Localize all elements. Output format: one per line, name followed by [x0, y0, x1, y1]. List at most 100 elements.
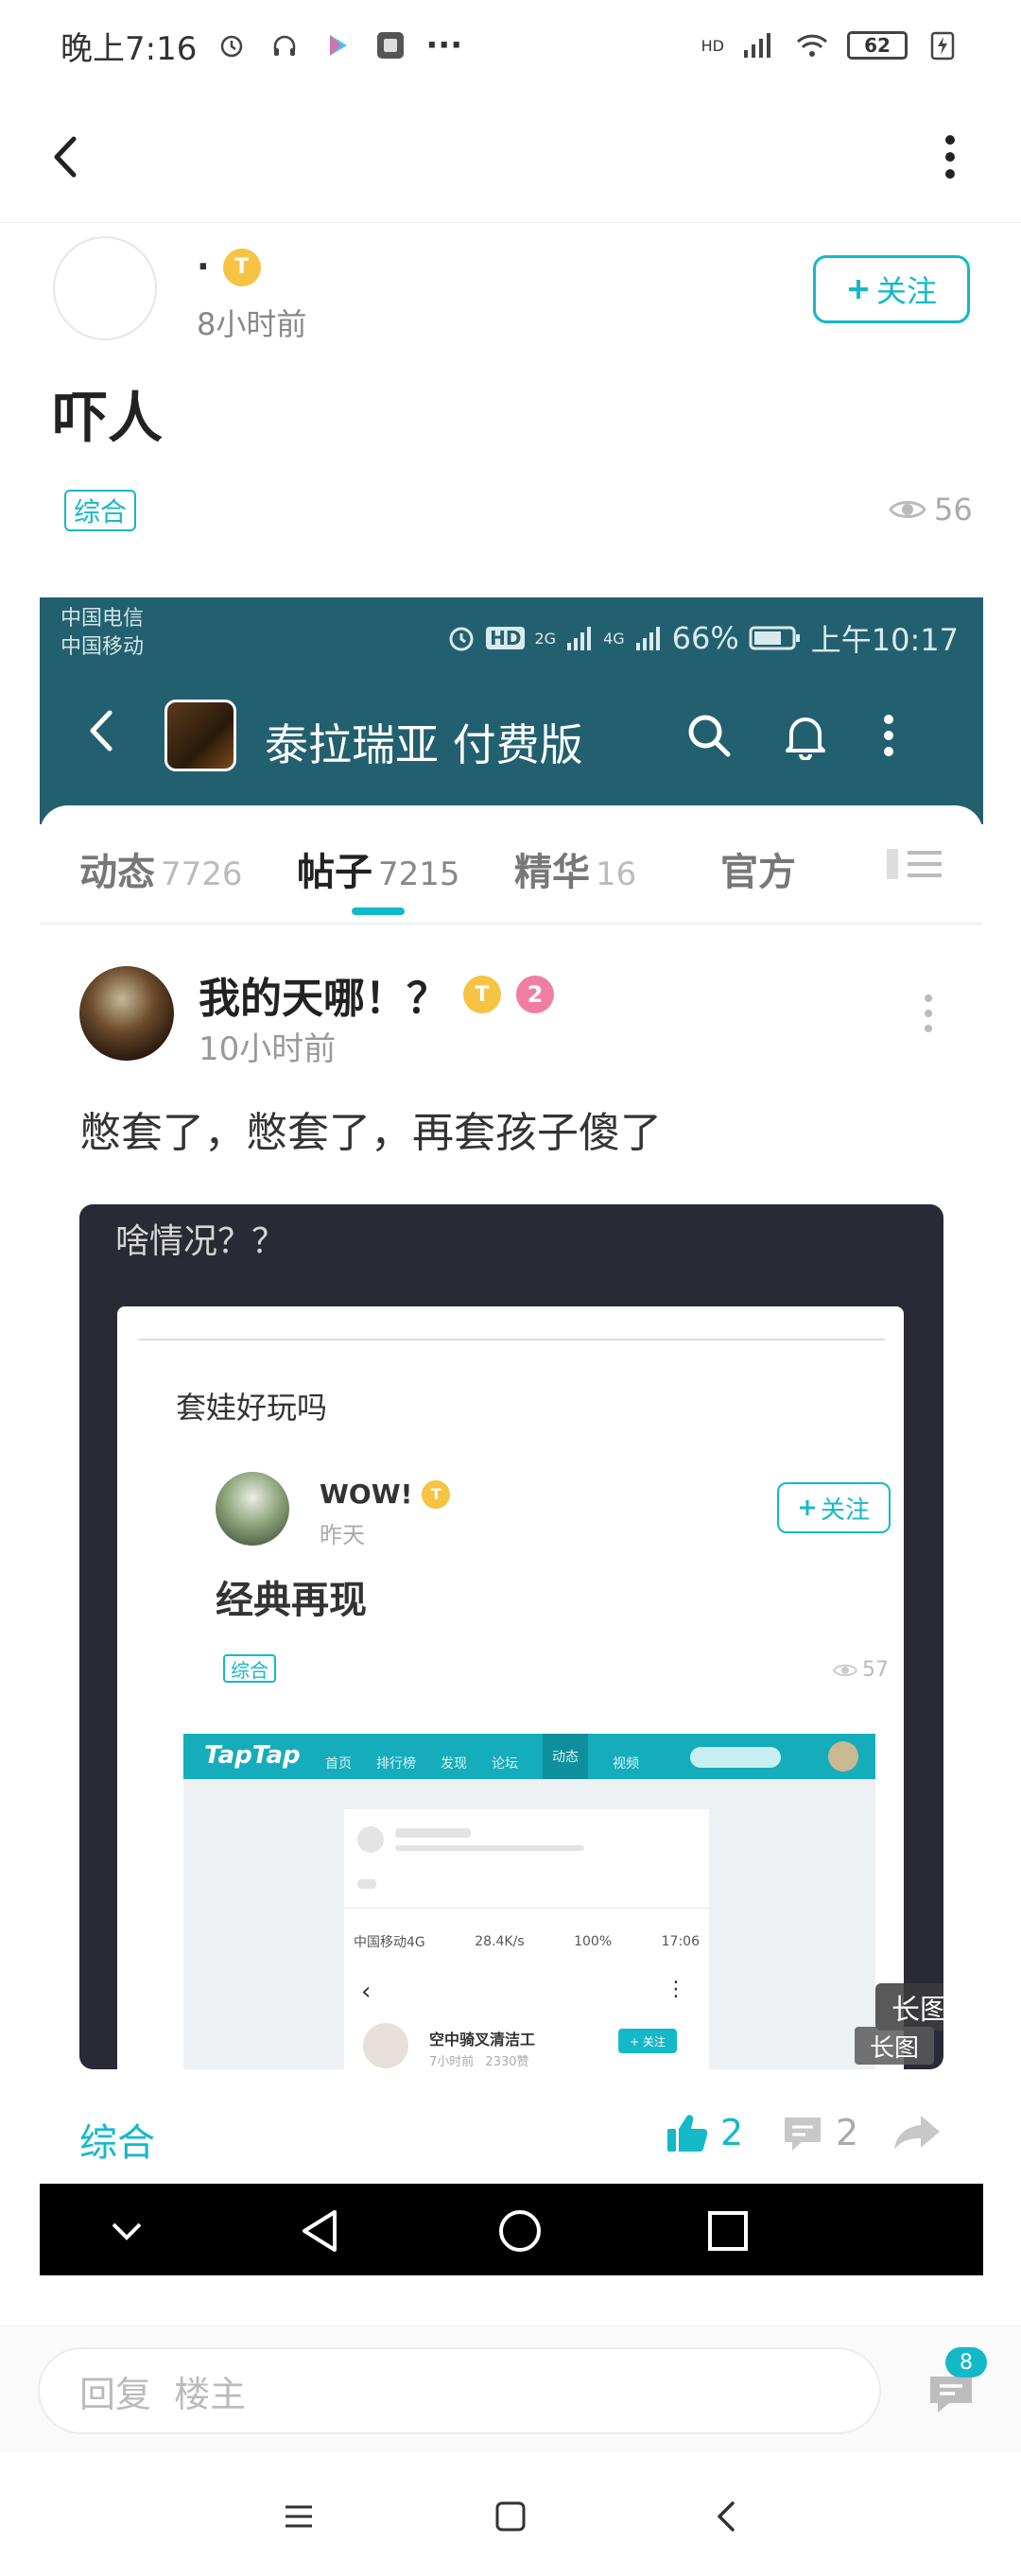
view-count: 56	[889, 492, 973, 527]
nested-phone-back-icon: ‹	[361, 1978, 372, 2006]
nested-web-nav-item: 排行榜	[376, 1756, 416, 1772]
nested-phone-more-icon: ⋮	[666, 1978, 686, 2001]
author-avatar[interactable]	[53, 236, 157, 340]
nested-web-nav-item: 动态	[543, 1734, 588, 1779]
embedded-post-footer: 综合 2 2	[40, 2101, 983, 2176]
nested-phone-user: 空中骑叉清洁工	[429, 2031, 536, 2049]
embedded-system-nav	[40, 2184, 983, 2275]
nested-user-row: WOW! T	[320, 1478, 451, 1510]
nested-phone-sub: 2330赞	[485, 2055, 529, 2069]
nested-web-nav-item: 论坛	[492, 1756, 518, 1772]
embedded-tab-label: 帖子	[297, 851, 372, 894]
headphones-icon	[267, 27, 303, 63]
play-store-icon	[320, 27, 355, 63]
nested-web-nav-item: 首页	[325, 1756, 352, 1772]
embedded-tab-count: 7726	[161, 856, 243, 893]
follow-button[interactable]: 关注	[813, 255, 970, 323]
embedded-time: 上午10:17	[810, 622, 959, 658]
verified-badge-icon: T	[222, 248, 261, 286]
wifi-icon	[794, 27, 830, 63]
embedded-signal-1: 2G	[534, 629, 557, 648]
embedded-carriers: 中国电信 中国移动	[61, 605, 144, 662]
embedded-back-icon	[78, 707, 125, 754]
author-name: ·	[197, 248, 210, 286]
nested-user-name: WOW!	[320, 1478, 413, 1510]
embedded-tab-count: 16	[596, 856, 637, 893]
nested-web-avatar	[828, 1741, 858, 1772]
nested-phone-carrier: 中国移动4G	[354, 1935, 425, 1950]
embedded-user-avatar	[79, 966, 174, 1061]
reply-input[interactable]: 回复 楼主	[38, 2347, 881, 2434]
more-options-button[interactable]	[917, 119, 983, 195]
back-nav-button[interactable]	[698, 2490, 754, 2543]
reply-placeholder: 回复 楼主	[79, 2373, 247, 2415]
comment-icon	[785, 2118, 821, 2151]
nested-web-logo: TapTap	[204, 1741, 301, 1770]
nested-web-card-line	[395, 1845, 584, 1851]
nested-web-card-avatar	[357, 1826, 384, 1853]
embedded-like: 2	[666, 2112, 743, 2153]
back-arrow-icon	[54, 136, 77, 178]
post-tag[interactable]: 综合	[64, 490, 137, 531]
embedded-user-row: 我的天哪！？ T 2	[199, 964, 554, 1025]
embedded-signal-icon-2	[635, 627, 660, 650]
reply-bar: 回复 楼主 8	[0, 2325, 1021, 2452]
home-nav-button[interactable]	[482, 2490, 539, 2543]
nested-views: 57	[832, 1658, 889, 1682]
nested-phone-follow: + 关注	[618, 2029, 677, 2053]
embedded-tab-featured: 精华 16	[514, 841, 636, 896]
embedded-bell-icon	[779, 709, 832, 762]
plus-icon	[848, 280, 868, 299]
nested-web-card: 中国移动4G 28.4K/s 100% 17:06 ‹ ⋮ 空中骑叉清洁工 7小…	[344, 1809, 709, 2069]
nested-web-search	[690, 1747, 781, 1768]
comments-count-badge: 8	[945, 2347, 987, 2377]
embedded-status-bar: 中国电信 中国移动 HD 2G 4G 66% 上午10:17	[40, 597, 983, 673]
nested-phone-time-ago: 7小时前	[429, 2055, 475, 2069]
back-chevron-icon	[718, 2501, 735, 2532]
menu-nav-button[interactable]	[270, 2490, 327, 2543]
long-image-label: 长图	[875, 1983, 943, 2031]
nested-views-value: 57	[862, 1658, 889, 1682]
embedded-more-icon	[862, 709, 915, 762]
follow-label: 关注	[875, 273, 937, 309]
nested-eye-icon	[832, 1664, 858, 1676]
nested-web-nav-item: 视频	[613, 1756, 639, 1772]
embedded-post-image: 啥情况？？ 套娃好玩吗 WOW! T 昨天 关注 经典再现 综合 57 TapT…	[79, 1204, 943, 2069]
status-more: ···	[425, 26, 463, 64]
game-title: 泰拉瑞亚 付费版	[265, 719, 583, 770]
signal-icon	[741, 27, 777, 63]
back-button[interactable]	[28, 119, 104, 195]
author-name-row[interactable]: · T	[197, 248, 261, 286]
embedded-footer-tag: 综合	[79, 2121, 155, 2165]
embedded-like-count: 2	[720, 2112, 744, 2153]
embedded-tab-posts: 帖子 7215	[297, 841, 460, 896]
nested-phone-battery: 100%	[574, 1934, 613, 1949]
nested-badge-icon: T	[422, 1479, 451, 1509]
embedded-tabs: 动态 7726 帖子 7215 精华 16 官方	[40, 805, 983, 925]
nested-follow-label: 关注	[820, 1495, 870, 1525]
embedded-tab-label: 官方	[720, 851, 796, 894]
nested-phone-time: 17:06	[661, 1934, 700, 1949]
embedded-alarm-icon	[449, 627, 474, 651]
nested-web-card-divider	[344, 1908, 709, 1909]
embedded-tab-count: 7215	[378, 856, 460, 893]
share-icon	[891, 2112, 943, 2157]
embedded-tab-label: 精华	[514, 851, 590, 894]
embedded-tab-menu-icon	[887, 845, 943, 887]
embedded-tab-official: 官方	[720, 841, 796, 896]
app-notification-icon	[372, 27, 408, 63]
embedded-nav-down-icon	[98, 2204, 155, 2257]
embedded-verified-badge-icon: T	[463, 976, 501, 1013]
nested-time: 昨天	[320, 1522, 365, 1548]
post-time: 8小时前	[197, 306, 307, 342]
post-screenshot-image[interactable]: 中国电信 中国移动 HD 2G 4G 66% 上午10:17 泰拉瑞亚 付费版	[40, 597, 983, 2275]
embedded-tab-label: 动态	[79, 851, 155, 894]
embedded-signal-2: 4G	[603, 629, 625, 648]
nested-plus-icon	[799, 1500, 815, 1515]
nested-divider	[138, 1339, 885, 1340]
status-time: 晚上7:16	[61, 29, 198, 68]
embedded-level-badge: 2	[516, 976, 554, 1013]
embedded-image-caption: 啥情况？？	[115, 1222, 286, 1261]
status-right: HD 62	[701, 27, 960, 63]
nested-phone-status: 中国移动4G 28.4K/s 100% 17:06	[354, 1932, 700, 1951]
